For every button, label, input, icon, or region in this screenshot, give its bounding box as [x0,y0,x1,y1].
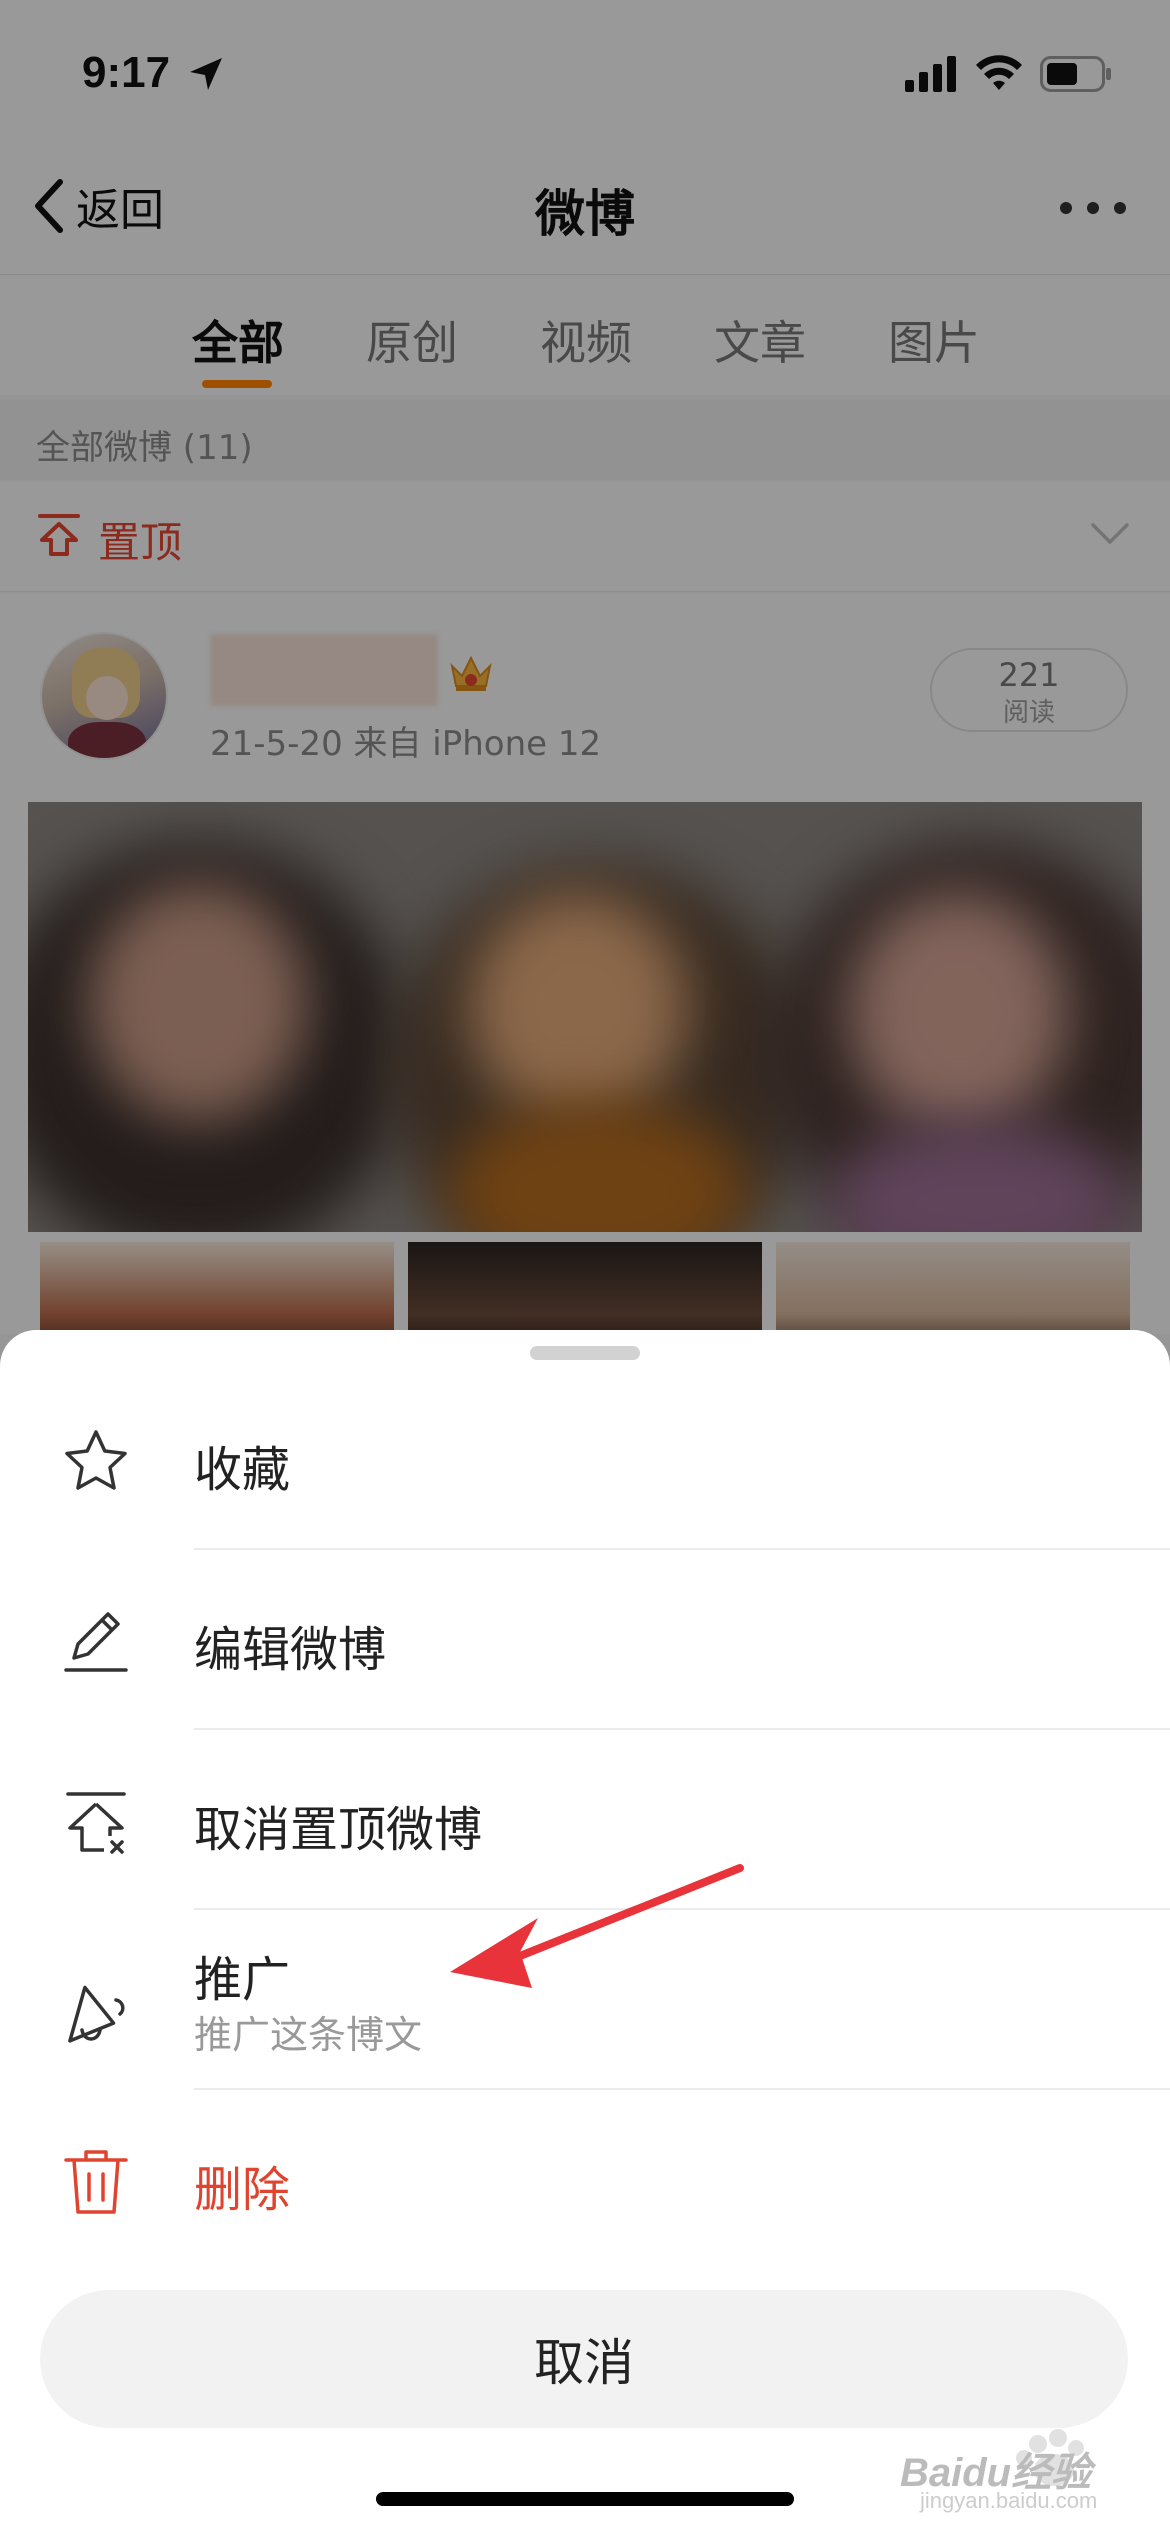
unpin-post-label: 取消置顶微博 [194,1802,483,1858]
cancel-button[interactable]: 取消 [40,2290,1128,2428]
watermark-url: jingyan.baidu.com [920,2488,1098,2513]
delete-action[interactable]: 删除 [0,2090,1170,2270]
megaphone-icon [68,1985,125,2043]
promote-label: 推广 [194,1952,291,2008]
favorite-action[interactable]: 收藏 [0,1370,1170,1550]
edit-post-label: 编辑微博 [194,1622,387,1678]
annotation-arrow-icon [450,1864,744,1988]
favorite-label: 收藏 [194,1442,291,1498]
sheet-grabber[interactable] [530,1346,640,1360]
home-indicator [376,2492,794,2506]
trash-icon [64,2150,128,2214]
promote-sublabel: 推广这条博文 [194,2013,423,2057]
star-icon [65,1430,127,1490]
edit-post-action[interactable]: 编辑微博 [0,1550,1170,1730]
pencil-icon [64,1612,128,1672]
delete-label: 删除 [194,2162,291,2218]
unpin-icon [66,1792,126,1854]
